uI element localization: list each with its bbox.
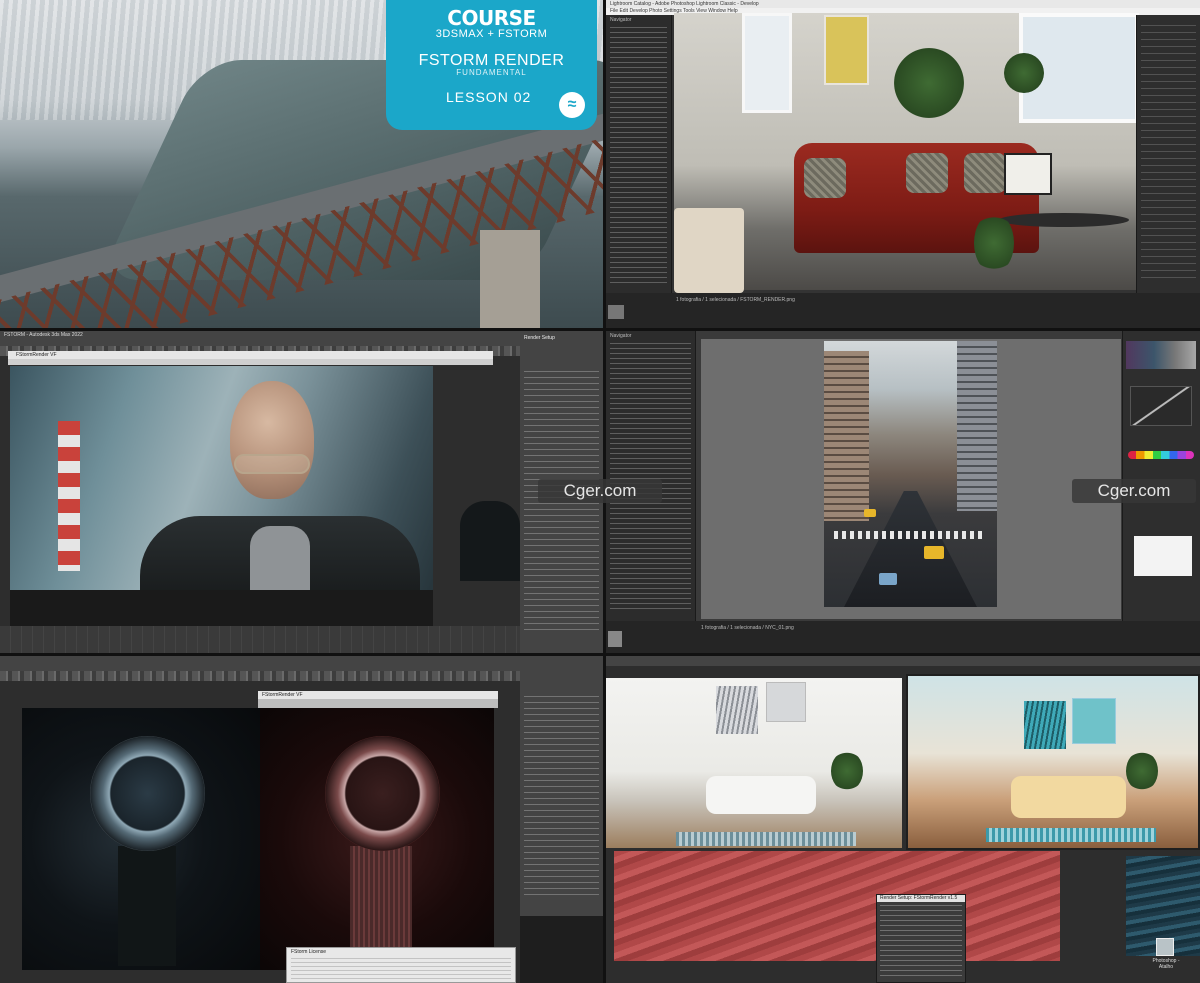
fstorm-logo-icon: ≈ [559,92,585,118]
framebuffer-toolbar[interactable] [8,359,493,365]
watch-dial-blue [90,736,205,851]
nyc-street-render [824,341,997,607]
max-menu-bar[interactable] [606,656,1200,666]
plant-large [894,48,964,118]
license-title: FStorm License [291,949,327,955]
plant-floor [974,213,1014,273]
dialog-title[interactable]: Render Setup: FStormRender v1.5 [877,895,965,902]
render-setup-dialog[interactable]: Render Setup: FStormRender v1.5 [876,894,966,983]
max-window-middle: FSTORM - Autodesk 3ds Max 2022 FStormRen… [0,331,603,653]
rug [676,832,856,846]
framebuffer-history [10,590,433,626]
row-divider [0,328,1200,331]
bald-head [230,381,314,499]
wall-art [716,686,758,734]
wall-art [1024,701,1066,749]
framed-art [1004,153,1052,195]
watermark: Cger.com [538,479,662,503]
coffee-table [999,213,1129,227]
row-divider [0,653,1200,656]
framebuffer-title[interactable]: FStormRender VF [258,691,498,699]
course-title: COURSE [447,6,536,30]
navigator-label: Navigator [610,17,632,23]
framebuffer-title[interactable]: FStormRender VF [8,351,493,359]
desktop-icon-label: Photoshop - Atalho [1152,958,1180,970]
hsl-color-swatches[interactable] [1128,451,1194,459]
course-card: COURSE 3DSMAX + FSTORM FSTORM RENDER FUN… [386,0,597,130]
lightroom-left-panel[interactable]: Navigator [606,15,672,293]
plant-small [1004,53,1044,93]
side-table [674,208,744,293]
watermark: Cger.com [1072,479,1196,503]
render-smoke-man [10,366,433,596]
filmstrip-status: 1 fotografia / 1 selecionada / NYC_01.pn… [701,625,794,631]
living-room-render [674,13,1139,293]
plant [831,751,863,791]
course-cover-panel: COURSE 3DSMAX + FSTORM FSTORM RENDER FUN… [0,0,603,328]
building-right [957,341,997,511]
filmstrip[interactable]: 1 fotografia / 1 selecionada / FSTORM_RE… [606,293,1200,328]
grey-tshirt [250,526,310,596]
building-left [824,351,869,521]
wall-art [766,682,806,722]
license-rows [291,958,511,980]
max-menu-bar[interactable]: FSTORM - Autodesk 3ds Max 2022 [0,331,520,346]
window-left [742,13,792,113]
histogram [1126,341,1196,369]
max-timeline[interactable] [0,626,603,653]
wall-art [1072,698,1116,744]
pillow [906,153,948,193]
license-window[interactable]: FStorm License [286,947,516,983]
bridge-pier [480,230,540,328]
beige-sofa [1011,776,1126,818]
filmstrip[interactable]: 1 fotografia / 1 selecionada / NYC_01.pn… [606,621,1200,653]
filmstrip-status: 1 fotografia / 1 selecionada / FSTORM_RE… [676,297,795,303]
lightroom-develop-panel[interactable] [1122,331,1200,621]
course-tagline: FUNDAMENTAL [456,68,527,77]
lightroom-window-top: Lightroom Catalog - Adobe Photoshop Ligh… [606,0,1200,328]
curve-line [1131,387,1191,425]
max-menu-bar[interactable] [0,656,520,671]
car [879,573,897,585]
course-subtitle: 3DSMAX + FSTORM [435,28,548,40]
collection-tree[interactable] [610,343,691,611]
max-window-bottom: FStormRender VF FStorm License [0,656,603,983]
preview-swatch [1134,536,1192,576]
plant [1126,751,1158,791]
filmstrip-thumbnail[interactable] [608,305,624,319]
max-main-toolbar[interactable] [0,671,520,681]
rug [986,828,1156,842]
window-titlebar[interactable]: Lightroom Catalog - Adobe Photoshop Ligh… [606,0,1200,8]
render-setup-panel[interactable] [520,656,603,916]
watch-dial-red [325,736,440,851]
white-sofa [706,776,816,814]
watch-strap-dark [118,846,176,966]
max-title: FSTORM - Autodesk 3ds Max 2022 [4,332,83,338]
photoshop-shortcut-icon[interactable] [1156,938,1174,956]
render-element-pass [614,851,1060,961]
tone-curve[interactable] [1130,386,1192,426]
lightroom-develop-panel[interactable] [1136,15,1200,293]
striped-chimney [58,421,80,571]
interior-window-bottom: Render Setup: FStormRender v1.5 Photosho… [606,656,1200,983]
pillow [804,158,846,198]
navigator-label: Navigator [610,333,632,339]
background-figures [460,501,520,581]
collection-tree[interactable] [610,27,667,283]
filmstrip-thumbnail[interactable] [608,631,622,647]
taxi [864,509,876,517]
render-setup-rows[interactable] [524,696,599,896]
yellow-painting [824,15,869,85]
pillow [964,153,1006,193]
glasses [234,454,310,474]
develop-sliders[interactable] [1141,25,1196,283]
dialog-rows[interactable] [880,905,962,978]
framebuffer-toolbar[interactable] [258,699,498,708]
crosswalk [834,531,984,539]
render-setup-label: Render Setup [524,335,555,341]
taskbar-area [520,916,603,983]
lightroom-left-panel[interactable]: Navigator [606,331,696,621]
taxi [924,546,944,559]
